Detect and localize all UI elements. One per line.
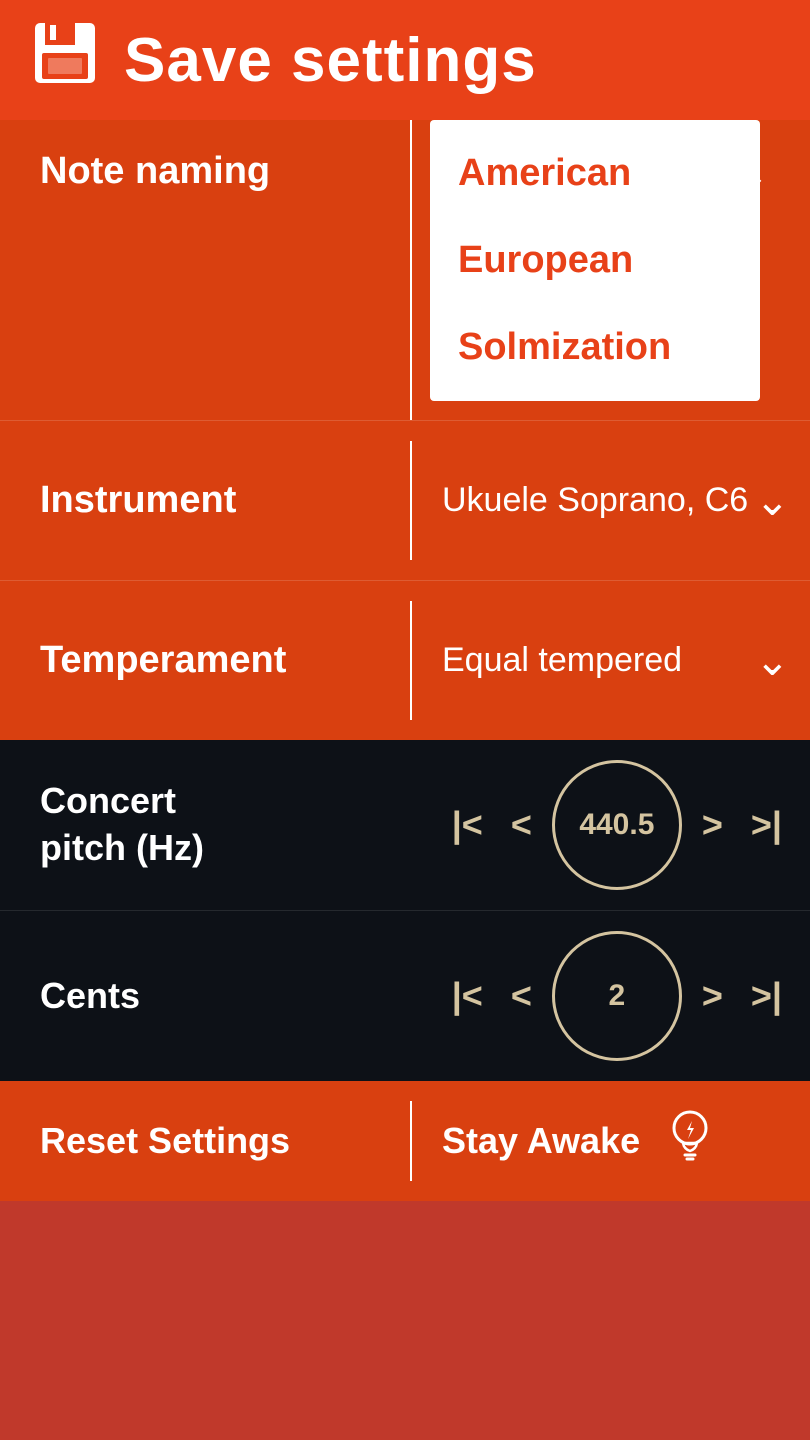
concert-pitch-value: 440.5: [552, 760, 682, 890]
option-solmization[interactable]: Solmization: [430, 304, 760, 391]
note-naming-dropdown[interactable]: American European Solmization: [430, 120, 760, 401]
cents-value: 2: [552, 931, 682, 1061]
concert-pitch-skip-forward-button[interactable]: >|: [743, 796, 790, 854]
bulb-icon[interactable]: [660, 1105, 720, 1178]
cents-skip-forward-button[interactable]: >|: [743, 967, 790, 1025]
concert-pitch-label: Concert pitch (Hz): [0, 778, 260, 872]
instrument-label: Instrument: [0, 479, 400, 522]
settings-section: Note naming American European Solmizatio…: [0, 120, 810, 740]
cents-next-button[interactable]: >: [694, 967, 731, 1025]
option-european[interactable]: European: [430, 217, 760, 304]
page-title: Save settings: [124, 25, 537, 96]
concert-pitch-controls: |< < 440.5 > >|: [260, 760, 810, 890]
temperament-row[interactable]: Temperament Equal tempered ⌄: [0, 580, 810, 740]
concert-pitch-next-button[interactable]: >: [694, 796, 731, 854]
option-american[interactable]: American: [430, 130, 760, 217]
divider: [410, 441, 412, 560]
divider: [410, 601, 412, 720]
cents-row: Cents |< < 2 > >|: [0, 910, 810, 1081]
cents-label: Cents: [0, 973, 260, 1020]
instrument-value: Ukuele Soprano, C6: [422, 478, 755, 522]
cents-skip-back-button[interactable]: |<: [444, 967, 491, 1025]
temperament-label: Temperament: [0, 639, 400, 682]
pitch-section: Concert pitch (Hz) |< < 440.5 > >| Cents…: [0, 740, 810, 1081]
bottom-bar: Reset Settings Stay Awake: [0, 1081, 810, 1201]
concert-pitch-skip-back-button[interactable]: |<: [444, 796, 491, 854]
note-naming-label: Note naming: [0, 120, 400, 193]
concert-pitch-row: Concert pitch (Hz) |< < 440.5 > >|: [0, 740, 810, 910]
reset-settings-button[interactable]: Reset Settings: [0, 1120, 400, 1162]
note-naming-row[interactable]: Note naming American European Solmizatio…: [0, 120, 810, 420]
bottom-divider: [410, 1101, 412, 1181]
stay-awake-area: Stay Awake: [422, 1105, 810, 1178]
cents-prev-button[interactable]: <: [503, 967, 540, 1025]
temperament-chevron-icon[interactable]: ⌄: [755, 636, 810, 685]
stay-awake-label: Stay Awake: [442, 1120, 640, 1162]
concert-pitch-prev-button[interactable]: <: [503, 796, 540, 854]
divider: [410, 120, 412, 420]
instrument-row[interactable]: Instrument Ukuele Soprano, C6 ⌄: [0, 420, 810, 580]
cents-controls: |< < 2 > >|: [260, 931, 810, 1061]
floppy-disk-icon: [30, 18, 100, 102]
instrument-chevron-icon[interactable]: ⌄: [755, 476, 810, 525]
temperament-value: Equal tempered: [422, 638, 755, 682]
header: Save settings: [0, 0, 810, 120]
